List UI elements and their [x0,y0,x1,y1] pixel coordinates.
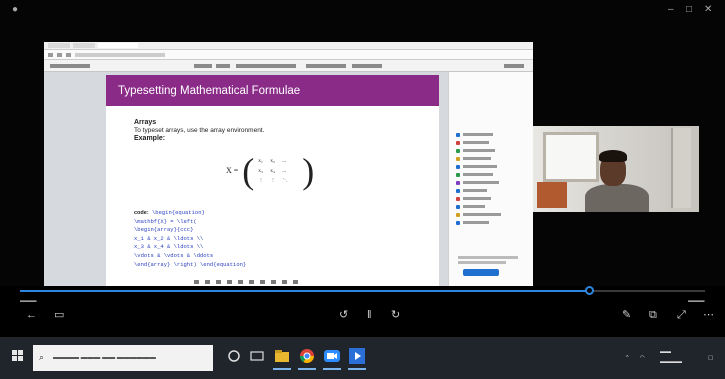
matrix-cell: ... [282,168,287,174]
matrix-cell: ⋮ [258,178,264,184]
browser-tab-strip [44,42,533,50]
code-line: \end{array} \right) \end{equation} [134,260,247,268]
elapsed-time: ▬▬▬ [20,298,37,304]
browser-tab-active [98,43,138,48]
code-line: x_1 & x_2 & \ldots \\ [134,234,204,242]
wifi-icon[interactable]: ◠ [640,355,645,361]
more-icon[interactable]: ⋯ [703,310,714,321]
browser-tab [48,43,70,48]
tray-chevron-icon[interactable]: ^ [626,355,629,361]
code-line: \begin{equation} [151,209,205,216]
miniplayer-icon[interactable]: ⧉ [649,310,657,321]
fullscreen-icon[interactable]: ⤢ [677,310,686,321]
slide-title: Typesetting Mathematical Formulae [118,85,301,97]
pdf-page-controls [104,278,434,286]
code-label: code: [134,210,149,216]
matrix-cell: ⋱ [282,178,288,184]
task-view-icon[interactable] [248,347,266,365]
date[interactable]: ▬▬▬▬ [660,359,682,365]
system-tray: ^ ◠ ▬▬ ▬▬▬▬ ▢ [620,345,720,371]
cortana-icon[interactable] [225,347,243,365]
forward-30-icon[interactable]: ↻ [391,310,400,321]
code-block: code: \begin{equation} \mathbf{X} = \lef… [134,209,246,269]
seek-bar-thumb[interactable] [584,286,594,295]
start-button[interactable] [12,350,24,362]
slide-intro-text: To typeset arrays, use the array environ… [134,127,265,134]
pdf-viewer-toolbar [44,60,533,72]
seek-bar-progress [20,290,589,292]
matrix-label: X = [226,166,239,175]
pdf-page: Typesetting Mathematical Formulae Arrays… [106,75,439,286]
search-placeholder: ▬▬▬▬ ▬▬▬ ▬▬ ▬▬▬▬▬▬ [53,354,156,361]
maximize-icon[interactable]: □ [686,4,692,15]
left-paren: ( [242,151,255,191]
code-line: \begin{array}{ccc} [134,226,194,234]
webcam-feed [533,126,699,212]
clock[interactable]: ▬▬ [660,349,671,355]
windows-taskbar: ⌕ ▬▬▬▬ ▬▬▬ ▬▬ ▬▬▬▬▬▬ ^ ◠ ▬▬ ▬▬▬▬ ▢ [0,337,725,379]
seek-bar[interactable] [20,286,705,295]
close-icon[interactable]: ✕ [704,4,712,15]
matrix-cell: ... [282,158,287,164]
zoom-icon[interactable] [323,347,341,370]
slide-title-bar: Typesetting Mathematical Formulae [106,75,439,106]
viewer-sidebar-button [463,269,499,276]
video-area[interactable]: ● – □ ✕ Typesetting Mathematical Formula… [0,0,725,286]
back-arrow-icon[interactable]: ← [26,310,37,321]
matrix-example: X = ( x₁ x₂ ... x₃ x₄ ... ⋮ ⋮ ⋱ ) [226,153,314,189]
search-icon: ⌕ [39,352,45,362]
code-line: x_3 & x_4 & \ldots \\ [134,243,204,251]
matrix-cell: ⋮ [270,178,276,184]
presenter [585,184,649,212]
pause-icon[interactable]: ‖ [367,310,372,321]
file-explorer-icon[interactable] [273,347,291,370]
matrix-cell: x₃ [258,168,263,174]
browser-tab [73,43,95,48]
taskbar-search-box[interactable]: ⌕ ▬▬▬▬ ▬▬▬ ▬▬ ▬▬▬▬▬▬ [33,345,213,371]
matrix-cell: x₁ [258,158,263,164]
matrix-grid: x₁ x₂ ... x₃ x₄ ... ⋮ ⋮ ⋱ [258,157,298,185]
pen-icon[interactable]: ✎ [622,310,631,321]
browser-address-bar [44,50,533,60]
minimize-icon[interactable]: – [668,4,674,15]
notification-icon[interactable]: ▢ [708,355,713,361]
viewer-sidebar [448,72,533,286]
code-line: \mathbf{X} = \left( [134,217,197,225]
window-back-icon[interactable]: ● [12,4,18,15]
right-paren: ) [302,151,315,191]
slide-heading-example: Example: [134,135,166,142]
matrix-cell: x₂ [270,158,275,164]
total-time: ▬▬▬ [688,298,705,304]
chrome-icon[interactable] [298,347,316,370]
code-line: \vdots & \vdots & \ddots [134,251,214,259]
shared-screen: Typesetting Mathematical Formulae Arrays… [44,42,533,286]
slide-body: Arrays To typeset arrays, use the array … [134,119,424,268]
slide-heading-arrays: Arrays [134,119,157,126]
rewind-10-icon[interactable]: ↺ [339,310,348,321]
captions-icon[interactable]: ▭ [54,310,64,321]
media-player-icon[interactable] [348,347,366,370]
matrix-cell: x₄ [270,168,275,174]
